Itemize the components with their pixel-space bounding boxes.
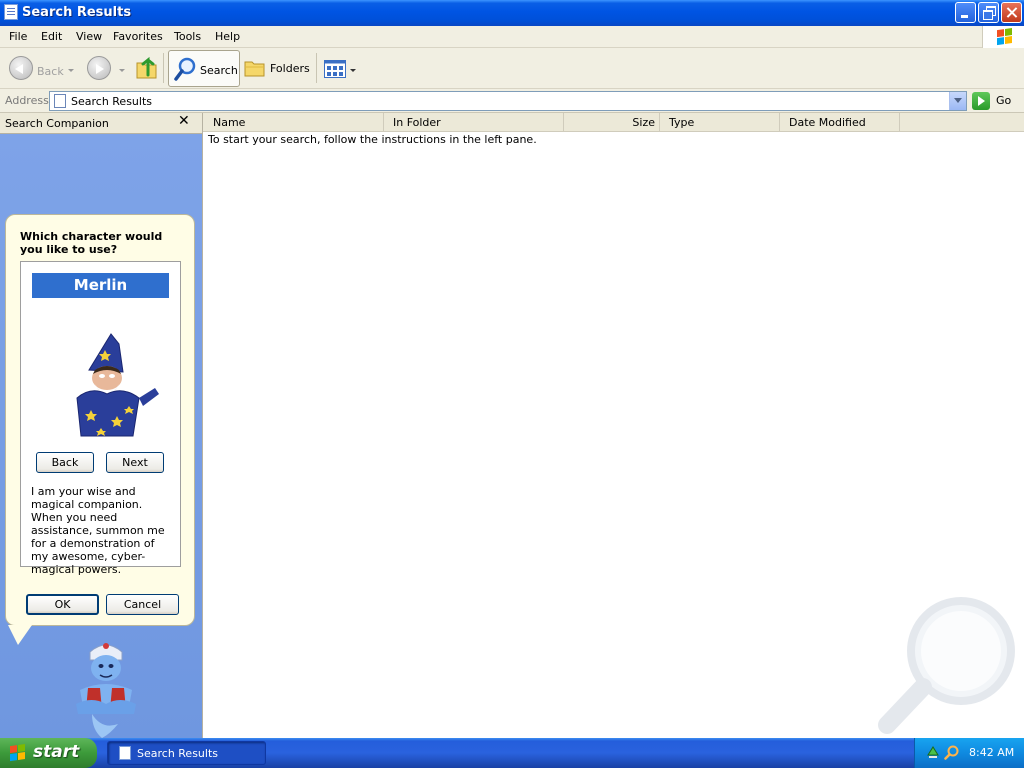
column-type-label: Type (669, 116, 695, 129)
restore-button[interactable] (978, 2, 999, 23)
menu-view[interactable]: View (76, 30, 102, 43)
go-arrow-icon (972, 92, 990, 110)
taskbar-search-results-button[interactable]: Search Results (107, 741, 266, 765)
character-balloon: Which character would you like to use? M… (5, 214, 195, 626)
character-name: Merlin (32, 273, 169, 298)
magnifier-watermark-icon (878, 597, 1015, 734)
results-empty-message: To start your search, follow the instruc… (208, 133, 537, 146)
title-bar[interactable]: Search Results (0, 0, 1024, 26)
column-date-modified[interactable]: Date Modified (780, 113, 900, 132)
column-name-label: Name (213, 116, 246, 129)
folders-label: Folders (270, 62, 310, 75)
search-icon (174, 57, 196, 81)
menu-favorites[interactable]: Favorites (113, 30, 163, 43)
search-label: Search (200, 64, 238, 77)
views-button[interactable] (322, 51, 358, 85)
task-label: Search Results (137, 747, 219, 760)
results-pane: Name In Folder Size Type Date Modified T… (202, 113, 1024, 738)
window-title: Search Results (22, 5, 132, 20)
windows-flag-icon (10, 744, 26, 762)
start-button[interactable]: start (0, 738, 97, 768)
go-button[interactable]: Go (972, 92, 1022, 110)
up-folder-button[interactable] (134, 51, 160, 85)
safely-remove-hardware-icon[interactable] (926, 745, 940, 759)
balloon-tail (8, 625, 32, 645)
views-dropdown-icon[interactable] (350, 69, 356, 72)
minimize-button[interactable] (955, 2, 976, 23)
windows-flag-icon (997, 28, 1013, 46)
search-results-icon (54, 94, 66, 108)
clock[interactable]: 8:42 AM (969, 746, 1014, 759)
character-preview-box: Merlin Back Next I am your wise and magi… (20, 261, 181, 576)
forward-button[interactable] (84, 51, 128, 85)
back-arrow-icon (9, 56, 33, 80)
search-companion-pane: Search Companion ✕ Which character would… (0, 113, 202, 738)
toolbar: Back Search Folders (0, 48, 1024, 89)
character-description: I am your wise and magical companion. Wh… (31, 485, 165, 576)
search-companion-title: Search Companion (5, 117, 109, 130)
column-date-modified-label: Date Modified (789, 116, 866, 129)
menu-edit[interactable]: Edit (41, 30, 62, 43)
merlin-wizard-icon (76, 333, 159, 437)
taskbar: start Search Results 8:42 AM (0, 738, 1024, 768)
column-in-folder[interactable]: In Folder (384, 113, 564, 132)
back-dropdown-icon[interactable] (68, 69, 74, 72)
companion-body: Which character would you like to use? M… (0, 134, 202, 738)
system-tray: 8:42 AM (914, 738, 1024, 768)
column-size-label: Size (632, 116, 655, 129)
menu-tools[interactable]: Tools (174, 30, 201, 43)
search-results-icon (119, 746, 131, 760)
cancel-button[interactable]: Cancel (106, 594, 179, 615)
back-button[interactable]: Back (6, 51, 76, 85)
menu-help[interactable]: Help (215, 30, 240, 43)
ok-button[interactable]: OK (26, 594, 99, 615)
search-tray-icon[interactable] (944, 745, 959, 760)
forward-dropdown-icon[interactable] (119, 69, 125, 72)
search-companion-header: Search Companion ✕ (0, 113, 202, 134)
up-folder-icon (136, 56, 157, 79)
address-value: Search Results (71, 95, 153, 108)
close-button[interactable] (1001, 2, 1022, 23)
address-bar: Address Search Results Go (0, 89, 1024, 113)
windows-logo (982, 26, 1024, 48)
toolbar-separator (316, 53, 317, 83)
close-pane-icon[interactable]: ✕ (178, 113, 190, 129)
start-label: start (33, 742, 80, 762)
toolbar-separator (163, 53, 164, 83)
back-label: Back (37, 65, 64, 78)
menu-bar: File Edit View Favorites Tools Help (0, 26, 1024, 48)
menu-file[interactable]: File (9, 30, 27, 43)
folders-icon (244, 61, 265, 77)
column-type[interactable]: Type (660, 113, 780, 132)
column-in-folder-label: In Folder (393, 116, 441, 129)
forward-arrow-icon (87, 56, 111, 80)
address-field[interactable]: Search Results (49, 91, 967, 111)
views-icon (324, 60, 346, 78)
character-next-button[interactable]: Next (106, 452, 164, 473)
search-button[interactable]: Search (168, 50, 240, 87)
character-back-button[interactable]: Back (36, 452, 94, 473)
genie-character-icon[interactable] (62, 634, 152, 739)
column-size[interactable]: Size (564, 113, 660, 132)
results-column-header: Name In Folder Size Type Date Modified (203, 113, 1024, 132)
column-name[interactable]: Name (203, 113, 384, 132)
address-label: Address (5, 94, 49, 107)
search-window-icon (4, 4, 18, 20)
character-question: Which character would you like to use? (20, 230, 163, 256)
go-label: Go (996, 94, 1012, 107)
folders-button[interactable]: Folders (243, 51, 311, 85)
address-dropdown-button[interactable] (949, 92, 966, 110)
